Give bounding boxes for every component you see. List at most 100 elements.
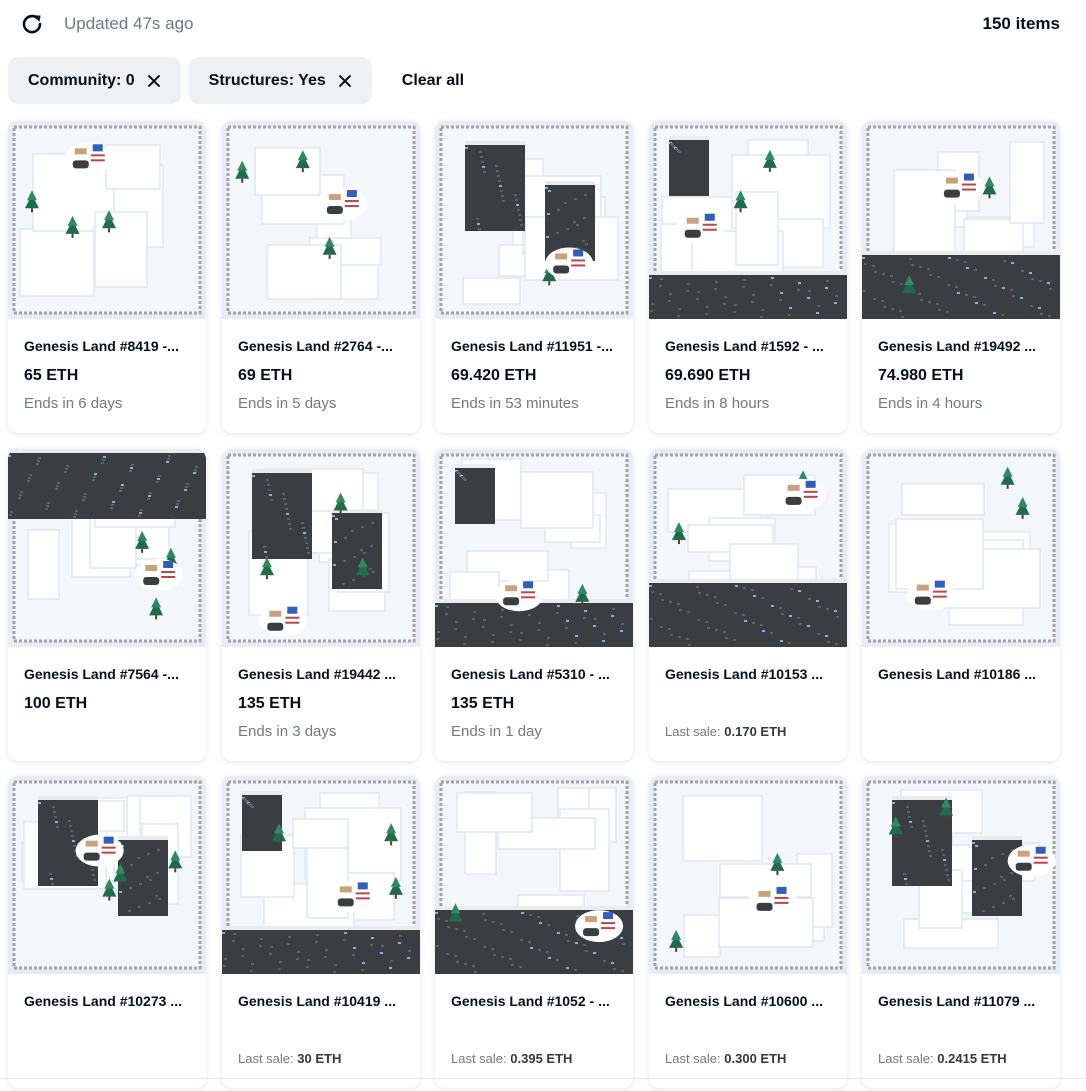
asset-title[interactable]: Genesis Land #1052 - ... [451,993,619,1009]
active-filters: Community: 0 Structures: Yes Clear all [8,57,464,104]
land-thumbnail [8,449,206,647]
asset-title[interactable]: Genesis Land #11951 -... [451,338,619,354]
asset-card[interactable]: Genesis Land #10273 ... [8,776,206,1088]
asset-price: 69.690 ETH [665,367,751,384]
last-sale: Last sale: 0.300 ETH [665,1051,786,1066]
last-sale: Last sale: 0.2415 ETH [878,1051,1007,1066]
card-info: Genesis Land #11079 ... Last sale: 0.2415… [862,974,1060,1088]
asset-title[interactable]: Genesis Land #19492 ... [878,338,1046,354]
auction-ends: Ends in 53 minutes [451,395,579,412]
asset-card[interactable]: Genesis Land #11079 ... Last sale: 0.2415… [862,776,1060,1088]
results-header: Updated 47s ago 150 items [0,0,1086,48]
last-sale-label: Last sale: [238,1051,294,1066]
camp-structure-icon [75,834,124,867]
camp-structure-icon [64,142,113,175]
card-info: Genesis Land #1052 - ... Last sale: 0.395… [435,974,633,1088]
camp-structure-icon [575,910,624,943]
last-sale-label: Last sale: [878,1051,934,1066]
last-sale: Last sale: 0.170 ETH [665,724,786,739]
asset-card[interactable]: Genesis Land #2764 -... 69 ETH Ends in 5 d… [222,121,420,433]
land-thumbnail [649,776,847,974]
land-thumbnail [862,449,1060,647]
camp-structure-icon [676,211,725,244]
card-info: Genesis Land #11951 -... 69.420 ETH Ends i… [435,319,633,433]
asset-card[interactable]: Genesis Land #1052 - ... Last sale: 0.395… [435,776,633,1088]
card-info: Genesis Land #7564 -... 100 ETH [8,647,206,761]
card-info: Genesis Land #10419 ... Last sale: 30 ETH [222,974,420,1088]
card-info: Genesis Land #10600 ... Last sale: 0.300 … [649,974,847,1088]
asset-title[interactable]: Genesis Land #19442 ... [238,666,406,682]
land-thumbnail [8,776,206,974]
asset-card[interactable]: Genesis Land #10419 ... Last sale: 30 ETH [222,776,420,1088]
land-thumbnail [435,121,633,319]
asset-price: 100 ETH [24,695,88,712]
camp-structure-icon [259,604,308,637]
asset-card[interactable]: Genesis Land #10600 ... Last sale: 0.300 … [649,776,847,1088]
last-sale-value: 0.2415 ETH [937,1051,1007,1066]
asset-title[interactable]: Genesis Land #10186 ... [878,666,1046,682]
camp-structure-icon [906,578,955,611]
asset-title[interactable]: Genesis Land #8419 -... [24,338,192,354]
asset-card[interactable]: Genesis Land #1592 - ... 69.690 ETH Ends i… [649,121,847,433]
card-info: Genesis Land #5310 - ... 135 ETH Ends in 1… [435,647,633,761]
filter-chip-label: Structures: Yes [208,71,326,89]
camp-structure-icon [935,171,984,204]
camp-structure-icon [1007,844,1056,877]
asset-card[interactable]: Genesis Land #19442 ... 135 ETH Ends in 3 … [222,449,420,761]
asset-title[interactable]: Genesis Land #2764 -... [238,338,406,354]
asset-title[interactable]: Genesis Land #10600 ... [665,993,833,1009]
last-sale-label: Last sale: [665,724,721,739]
last-sale: Last sale: 0.395 ETH [451,1051,572,1066]
asset-card[interactable]: Genesis Land #10186 ... [862,449,1060,761]
refresh-icon[interactable] [20,12,44,36]
last-sale-value: 0.300 ETH [724,1051,787,1066]
filter-chip-label: Community: 0 [28,71,135,89]
land-thumbnail [649,449,847,647]
asset-price: 74.980 ETH [878,367,964,384]
asset-title[interactable]: Genesis Land #1592 - ... [665,338,833,354]
asset-card[interactable]: Genesis Land #7564 -... 100 ETH [8,449,206,761]
card-info: Genesis Land #8419 -... 65 ETH Ends in 6 d… [8,319,206,433]
asset-card[interactable]: Genesis Land #10153 ... Last sale: 0.170 … [649,449,847,761]
asset-price: 65 ETH [24,367,79,384]
item-count: 150 items [982,14,1061,33]
asset-title[interactable]: Genesis Land #10273 ... [24,993,192,1009]
close-icon[interactable] [338,74,352,88]
land-thumbnail [222,121,420,319]
camp-structure-icon [318,188,367,221]
asset-title[interactable]: Genesis Land #10419 ... [238,993,406,1009]
clear-all-button[interactable]: Clear all [402,72,464,90]
close-icon[interactable] [147,74,161,88]
card-info: Genesis Land #10273 ... [8,974,206,1088]
asset-title[interactable]: Genesis Land #5310 - ... [451,666,619,682]
camp-structure-icon [545,247,594,280]
asset-price: 135 ETH [238,695,302,712]
camp-structure-icon [495,579,544,612]
asset-price: 135 ETH [451,695,515,712]
card-info: Genesis Land #19442 ... 135 ETH Ends in 3 … [222,647,420,761]
land-thumbnail [435,449,633,647]
asset-title[interactable]: Genesis Land #7564 -... [24,666,192,682]
asset-title[interactable]: Genesis Land #11079 ... [878,993,1046,1009]
camp-structure-icon [748,884,797,917]
land-thumbnail [222,776,420,974]
last-sale-label: Last sale: [665,1051,721,1066]
divider [0,1078,1086,1079]
card-info: Genesis Land #10153 ... Last sale: 0.170 … [649,647,847,761]
asset-card[interactable]: Genesis Land #11951 -... 69.420 ETH Ends i… [435,121,633,433]
asset-card[interactable]: Genesis Land #5310 - ... 135 ETH Ends in 1… [435,449,633,761]
asset-title[interactable]: Genesis Land #10153 ... [665,666,833,682]
land-thumbnail [862,121,1060,319]
filter-chip-structures[interactable]: Structures: Yes [188,57,372,104]
asset-price: 69 ETH [238,367,293,384]
auction-ends: Ends in 6 days [24,395,123,412]
filter-chip-community[interactable]: Community: 0 [8,57,181,104]
asset-card[interactable]: Genesis Land #19492 ... 74.980 ETH Ends in… [862,121,1060,433]
last-sale-label: Last sale: [451,1051,507,1066]
auction-ends: Ends in 8 hours [665,395,770,412]
auction-ends: Ends in 4 hours [878,395,983,412]
last-sale-value: 30 ETH [297,1051,342,1066]
asset-card[interactable]: Genesis Land #8419 -... 65 ETH Ends in 6 d… [8,121,206,433]
card-info: Genesis Land #1592 - ... 69.690 ETH Ends i… [649,319,847,433]
auction-ends: Ends in 5 days [238,395,337,412]
